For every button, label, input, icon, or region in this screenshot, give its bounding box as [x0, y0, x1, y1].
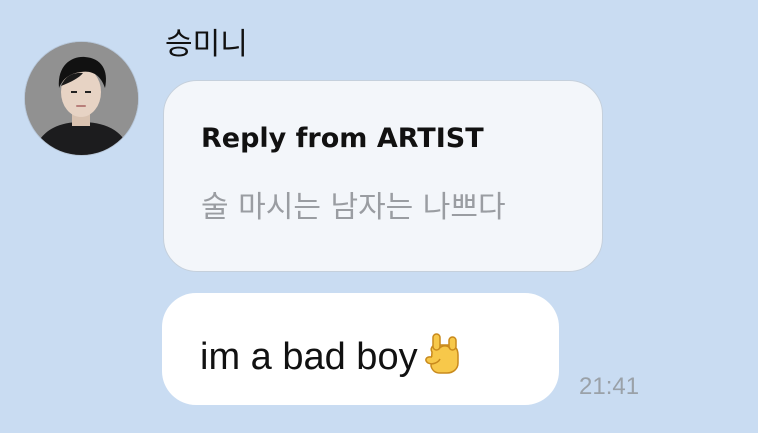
avatar[interactable]: [24, 41, 139, 156]
reply-header: Reply from ARTIST: [201, 123, 484, 154]
sign-of-the-horns-icon: [420, 329, 466, 386]
message-content: im a bad boy: [200, 329, 466, 386]
message-text: im a bad boy: [200, 336, 418, 378]
sender-name: 승미니: [165, 27, 248, 62]
profile-photo-icon: [25, 42, 138, 155]
message-timestamp: 21:41: [579, 373, 640, 400]
reply-quoted-text: 술 마시는 남자는 나쁘다: [201, 190, 506, 225]
reply-bubble[interactable]: Reply from ARTIST 술 마시는 남자는 나쁘다: [163, 80, 603, 272]
message-bubble[interactable]: im a bad boy: [162, 293, 559, 405]
